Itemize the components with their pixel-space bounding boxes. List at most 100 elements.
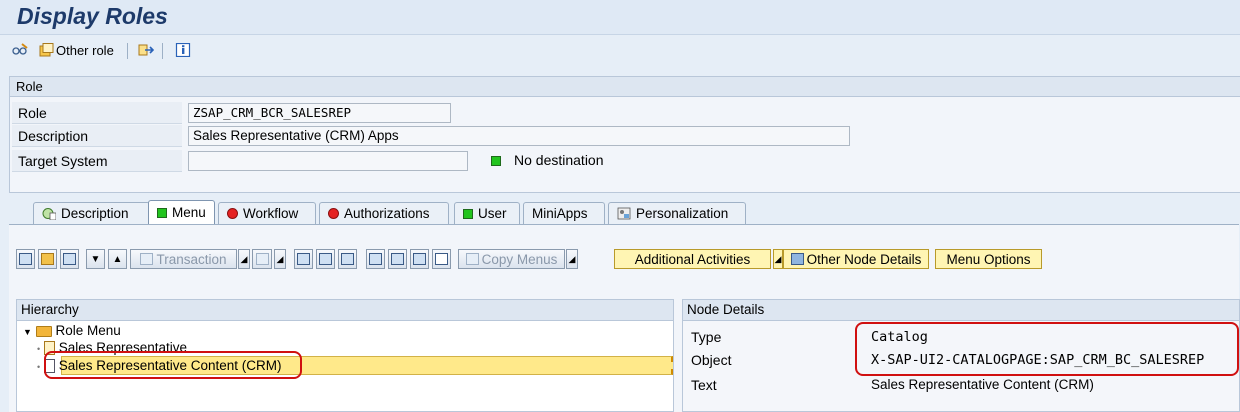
triangle-up-icon: ▲ — [112, 253, 123, 265]
role-panel-header: Role — [10, 77, 1240, 97]
delete-node-button[interactable] — [252, 249, 272, 269]
tab-label: Personalization — [636, 206, 729, 221]
highlight-annotation — [44, 351, 302, 379]
tab-label: MiniApps — [532, 206, 588, 221]
title-bar: Display Roles — [0, 0, 1240, 35]
assign-button[interactable] — [410, 249, 429, 269]
copy-menus-label: Copy Menus — [481, 251, 558, 267]
folder-button[interactable] — [38, 249, 57, 269]
additional-activities-dropdown[interactable]: ◢ — [773, 249, 783, 269]
display-change-button[interactable] — [12, 41, 28, 59]
chevron-down-icon: ◢ — [568, 253, 576, 264]
text-label: Text — [691, 377, 717, 393]
find-button[interactable] — [294, 249, 313, 269]
import-button[interactable] — [60, 249, 79, 269]
delete-dropdown[interactable]: ◢ — [274, 249, 286, 269]
folder-icon — [41, 253, 54, 265]
details-button[interactable] — [366, 249, 385, 269]
transaction-dropdown[interactable]: ◢ — [238, 249, 250, 269]
tree-bullet: • — [37, 362, 41, 372]
info-icon — [435, 253, 448, 265]
role-label: Role — [12, 102, 182, 124]
print-button[interactable] — [388, 249, 407, 269]
magnifier-icon — [369, 253, 382, 265]
additional-activities-button[interactable]: Additional Activities — [614, 249, 771, 269]
target-system-label: Target System — [12, 150, 182, 172]
transaction-button[interactable]: Transaction — [130, 249, 237, 269]
binoculars-icon — [297, 253, 310, 265]
tab-user[interactable]: User — [454, 202, 520, 224]
tab-workflow[interactable]: Workflow — [218, 202, 316, 224]
tree-node-role-menu[interactable]: ▼ Role Menu — [23, 323, 121, 339]
triangle-down-icon: ▼ — [90, 253, 101, 265]
menu-options-label: Menu Options — [946, 251, 1031, 267]
target-system-row: Target System No destination — [10, 150, 1240, 172]
transaction-icon — [140, 253, 154, 265]
other-role-label: Other role — [56, 42, 114, 58]
copy-menus-dropdown[interactable]: ◢ — [566, 249, 578, 269]
other-node-details-button[interactable]: Other Node Details — [783, 249, 929, 269]
tab-label: Workflow — [243, 206, 299, 221]
other-node-details-label: Other Node Details — [806, 251, 922, 267]
move-up-button[interactable]: ▲ — [108, 249, 127, 269]
copy-menus-button[interactable]: Copy Menus — [458, 249, 565, 269]
generate-icon — [19, 253, 32, 265]
tab-authorizations[interactable]: Authorizations — [319, 202, 449, 224]
other-object-icon — [39, 43, 54, 57]
chevron-down-icon: ◢ — [276, 253, 284, 264]
destination-status-icon — [491, 156, 501, 166]
expand-button[interactable] — [338, 249, 357, 269]
info-button[interactable] — [175, 41, 191, 59]
node-info-button[interactable] — [432, 249, 451, 269]
tab-personalization[interactable]: Personalization — [608, 202, 746, 224]
chevron-down-icon: ◢ — [774, 253, 782, 264]
expand-triangle-icon: ▼ — [23, 327, 32, 337]
menu-options-button[interactable]: Menu Options — [935, 249, 1042, 269]
toolbar-separator — [127, 43, 128, 59]
chevron-down-icon: ◢ — [240, 253, 248, 264]
transport-button[interactable] — [138, 41, 154, 59]
description-label: Description — [12, 125, 182, 147]
node-details-header: Node Details — [683, 300, 1239, 321]
find-next-button[interactable] — [316, 249, 335, 269]
role-panel: Role Role ZSAP_CRM_BCR_SALESREP Descript… — [9, 76, 1240, 193]
tab-label: Menu — [172, 205, 206, 220]
copy-menus-icon — [465, 253, 479, 265]
transport-arrow-icon — [138, 44, 154, 56]
page-title: Display Roles — [17, 3, 168, 29]
delete-node-icon — [255, 253, 269, 265]
printer-icon — [391, 253, 404, 265]
other-role-button[interactable]: Other role — [38, 41, 114, 59]
import-icon — [63, 253, 76, 265]
target-system-field[interactable] — [188, 151, 468, 171]
status-red-icon — [328, 208, 339, 219]
additional-activities-label: Additional Activities — [634, 251, 751, 267]
tab-description[interactable]: Description — [33, 202, 150, 224]
assign-icon — [413, 253, 426, 265]
glasses-pencil-icon — [12, 43, 28, 55]
type-label: Type — [691, 329, 722, 345]
globe-icon — [42, 208, 56, 220]
binoculars-next-icon — [319, 253, 332, 265]
toolbar-separator — [162, 43, 163, 59]
highlight-annotation — [855, 322, 1239, 376]
generate-button[interactable] — [16, 249, 35, 269]
menu-toolbar: ▼ ▲ Transaction ◢ ◢ Copy Menus ◢ Additio… — [16, 249, 1240, 271]
move-down-button[interactable]: ▼ — [86, 249, 105, 269]
expand-icon — [341, 253, 354, 265]
tab-menu[interactable]: Menu — [148, 200, 215, 224]
destination-status-text: No destination — [514, 152, 604, 168]
description-field[interactable]: Sales Representative (CRM) Apps — [188, 126, 850, 146]
tab-label: Description — [61, 206, 129, 221]
info-icon — [175, 43, 191, 57]
description-row: Description Sales Representative (CRM) A… — [10, 125, 1240, 147]
role-field[interactable]: ZSAP_CRM_BCR_SALESREP — [188, 103, 451, 123]
text-value: Sales Representative Content (CRM) — [871, 377, 1094, 392]
hierarchy-panel: Hierarchy ▼ Role Menu • Sales Representa… — [16, 299, 674, 412]
application-toolbar: Other role — [0, 35, 1240, 65]
tree-node-label: Role Menu — [55, 323, 121, 338]
node-details-icon — [790, 253, 804, 265]
role-row: Role ZSAP_CRM_BCR_SALESREP — [10, 102, 1240, 124]
tab-label: User — [478, 206, 507, 221]
tab-miniapps[interactable]: MiniApps — [523, 202, 605, 224]
